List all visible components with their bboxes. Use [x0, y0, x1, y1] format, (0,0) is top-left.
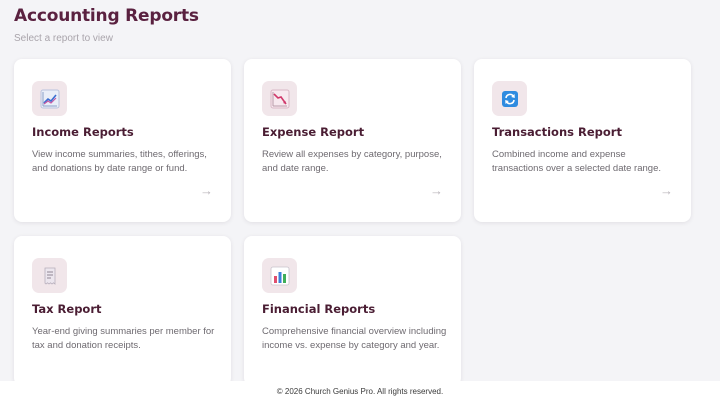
trend-down-icon [262, 81, 297, 116]
card-description: View income summaries, tithes, offerings… [32, 149, 207, 174]
refresh-icon [492, 81, 527, 116]
income-reports-card[interactable]: Income Reports View income summaries, ti… [14, 59, 231, 222]
page-title: Accounting Reports [14, 6, 199, 26]
page-header: Accounting Reports Select a report to vi… [14, 6, 199, 44]
arrow-right-icon: → [660, 183, 673, 198]
card-title: Expense Report [262, 125, 365, 139]
card-title: Income Reports [32, 125, 134, 139]
arrow-right-icon: → [200, 183, 213, 198]
tax-report-card[interactable]: Tax Report Year-end giving summaries per… [14, 236, 231, 386]
bar-chart-icon [262, 258, 297, 293]
transactions-report-card[interactable]: Transactions Report Combined income and … [474, 59, 691, 222]
footer: © 2026 Church Genius Pro. All rights res… [0, 381, 720, 403]
card-title: Financial Reports [262, 302, 376, 316]
card-title: Tax Report [32, 302, 102, 316]
card-description: Year-end giving summaries per member for… [32, 326, 215, 351]
line-chart-icon [32, 81, 67, 116]
arrow-right-icon: → [430, 183, 443, 198]
copyright-text: © 2026 Church Genius Pro. All rights res… [276, 387, 444, 396]
page-subtitle: Select a report to view [14, 33, 113, 44]
card-title: Transactions Report [492, 125, 622, 139]
receipt-icon [32, 258, 67, 293]
card-description: Comprehensive financial overview includi… [262, 326, 447, 351]
card-description: Combined income and expense transactions… [492, 149, 661, 174]
financial-reports-card[interactable]: Financial Reports Comprehensive financia… [244, 236, 461, 386]
expense-report-card[interactable]: Expense Report Review all expenses by ca… [244, 59, 461, 222]
card-description: Review all expenses by category, purpose… [262, 149, 442, 174]
